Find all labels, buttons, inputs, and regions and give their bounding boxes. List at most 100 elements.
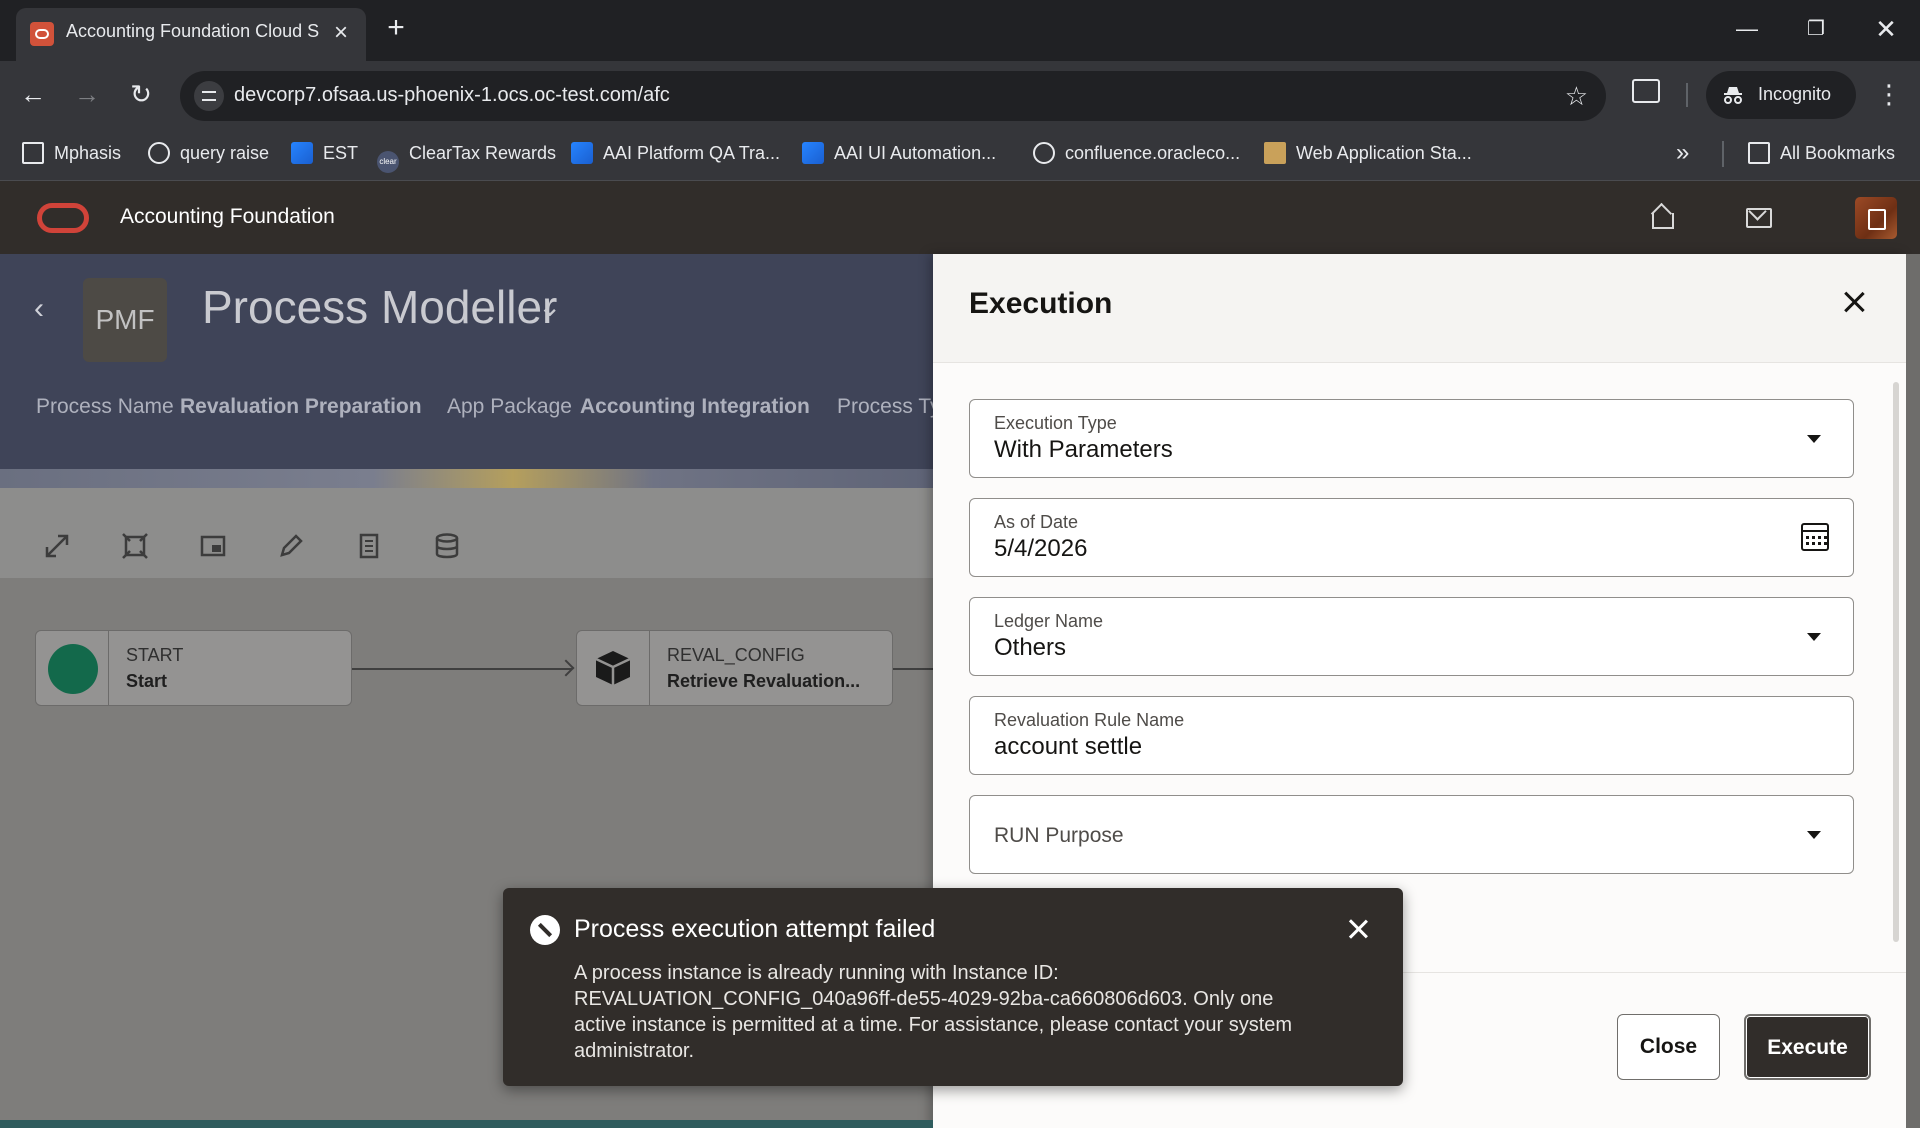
meta-value: Revaluation Preparation [180, 395, 422, 418]
meta-label: Process Ty [837, 395, 933, 418]
calendar-icon[interactable] [1801, 523, 1829, 551]
bookmark-item[interactable]: AAI Platform QA Tra... [571, 139, 780, 167]
avatar[interactable] [1855, 197, 1897, 239]
back-chevron-icon[interactable]: ‹ [34, 294, 44, 324]
banner-decoration [0, 469, 933, 488]
address-bar[interactable]: devcorp7.ofsaa.us-phoenix-1.ocs.oc-test.… [180, 71, 1606, 121]
drawer-title: Execution [969, 287, 1113, 320]
oracle-favicon-icon [30, 22, 54, 46]
bookmark-item[interactable]: Web Application Sta... [1264, 139, 1472, 167]
field-label: Ledger Name [994, 611, 1104, 631]
field-label: As of Date [994, 512, 1079, 532]
bookmark-item[interactable]: EST [291, 139, 358, 167]
globe-icon [1033, 142, 1055, 164]
node-name: Retrieve Revaluation... [667, 671, 861, 691]
tab-close-icon[interactable]: × [328, 20, 354, 46]
node-id: START [126, 645, 184, 665]
caret-down-icon[interactable] [1807, 831, 1821, 839]
connector-line [893, 668, 933, 670]
as-of-date-field[interactable]: As of Date 5/4/2026 [969, 498, 1854, 577]
browser-menu-icon[interactable]: ⋮ [1876, 79, 1902, 109]
field-value[interactable]: account settle [994, 733, 1142, 761]
chevron-down-icon[interactable]: ⌄ [538, 290, 561, 323]
minimap-icon[interactable] [199, 532, 227, 560]
bookmark-label: confluence.oracleco... [1065, 143, 1241, 163]
close-icon[interactable] [1839, 287, 1869, 317]
mail-icon[interactable] [1744, 203, 1772, 231]
start-circle-icon [48, 644, 98, 694]
cleartax-icon: clear [377, 151, 399, 173]
bookmarks-divider [1722, 141, 1724, 167]
caret-down-icon[interactable] [1807, 633, 1821, 641]
cast-icon[interactable] [1632, 79, 1660, 103]
connector-line [352, 668, 572, 670]
toolbar-divider [1686, 83, 1688, 107]
edit-icon[interactable] [277, 532, 305, 560]
node-icon-column [36, 631, 109, 705]
toast-message: A process instance is already running wi… [574, 962, 1293, 1062]
oracle-logo[interactable] [37, 203, 89, 233]
confluence-icon [571, 142, 593, 164]
restore-icon[interactable]: ❐ [1801, 14, 1831, 44]
confluence-icon [802, 142, 824, 164]
caret-down-icon[interactable] [1807, 435, 1821, 443]
connector-arrow-icon [557, 659, 575, 677]
home-icon[interactable] [1648, 203, 1676, 231]
browser-tab[interactable]: Accounting Foundation Cloud S × [16, 8, 366, 61]
error-icon [530, 915, 560, 945]
ledger-name-select[interactable]: Ledger Name Others [969, 597, 1854, 676]
bookmark-label: EST [323, 143, 359, 163]
drawer-header: Execution [933, 254, 1906, 363]
app-title: Accounting Foundation [120, 205, 335, 228]
bookmark-label: ClearTax Rewards [409, 143, 557, 163]
drawer-scrollbar[interactable] [1893, 382, 1899, 942]
document-icon[interactable] [355, 532, 383, 560]
execute-button[interactable]: Execute [1744, 1014, 1871, 1080]
forward-icon[interactable]: → [72, 79, 102, 109]
field-value: Others [994, 634, 1067, 661]
close-button[interactable]: Close [1617, 1014, 1720, 1080]
bookmark-star-icon[interactable]: ☆ [1565, 81, 1588, 111]
new-tab-icon[interactable]: + [382, 13, 410, 43]
database-icon[interactable] [433, 532, 461, 560]
all-bookmarks[interactable]: All Bookmarks [1748, 139, 1895, 167]
bookmark-label: query raise [180, 143, 270, 163]
bookmark-item[interactable]: query raise [148, 139, 269, 167]
bookmark-item[interactable]: confluence.oracleco... [1033, 139, 1240, 167]
bookmarks-bar: Mphasis query raise EST clear ClearTax Re… [0, 127, 1920, 181]
meta-value: Accounting Integration [580, 395, 810, 418]
field-value[interactable]: 5/4/2026 [994, 535, 1087, 563]
execution-type-select[interactable]: Execution Type With Parameters [969, 399, 1854, 478]
more-bookmarks-icon[interactable]: » [1676, 139, 1689, 167]
bookmark-item[interactable]: Mphasis [22, 139, 121, 167]
reload-icon[interactable]: ↻ [126, 79, 156, 109]
close-icon[interactable] [1346, 917, 1370, 941]
toast-title: Process execution attempt failed [574, 915, 936, 943]
incognito-badge[interactable]: Incognito [1706, 71, 1856, 119]
fit-to-screen-icon[interactable] [121, 532, 149, 560]
bookmark-item[interactable]: AAI UI Automation... [802, 139, 996, 167]
app-header: Accounting Foundation [0, 181, 1920, 254]
tab-title: Accounting Foundation Cloud S [66, 21, 320, 41]
node-id: REVAL_CONFIG [667, 645, 805, 665]
revaluation-rule-name-field[interactable]: Revaluation Rule Name account settle [969, 696, 1854, 775]
field-label: Execution Type [994, 413, 1117, 433]
expand-icon[interactable] [43, 532, 71, 560]
site-info-icon[interactable] [194, 81, 224, 111]
window-close-icon[interactable]: ✕ [1871, 14, 1901, 44]
browser-tab-bar: Accounting Foundation Cloud S × + — ❐ ✕ [0, 0, 1920, 61]
field-label: RUN Purpose [994, 824, 1124, 847]
meta-label: App Package [447, 395, 572, 418]
process-node-start[interactable]: START Start [35, 630, 352, 706]
run-purpose-select[interactable]: RUN Purpose [969, 795, 1854, 874]
bookmark-label: AAI Platform QA Tra... [603, 143, 781, 163]
process-badge: PMF [83, 278, 167, 362]
web-app-icon [1264, 142, 1286, 164]
page-title[interactable]: Process Modeller [202, 280, 557, 334]
process-node-task[interactable]: REVAL_CONFIG Retrieve Revaluation... [576, 630, 893, 706]
url-text[interactable]: devcorp7.ofsaa.us-phoenix-1.ocs.oc-test.… [234, 84, 670, 107]
cube-icon [595, 651, 631, 685]
minimize-icon[interactable]: — [1732, 14, 1762, 44]
back-icon[interactable]: ← [18, 79, 48, 109]
bookmark-item[interactable]: clear ClearTax Rewards [377, 139, 557, 173]
